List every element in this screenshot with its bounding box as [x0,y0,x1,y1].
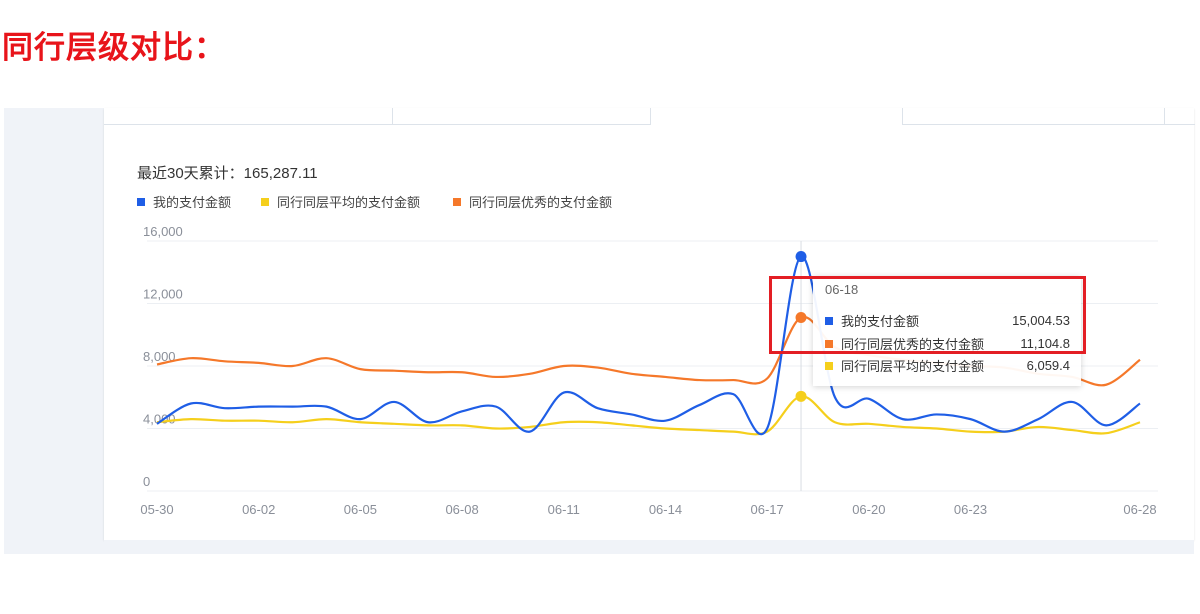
y-tick-label: 0 [143,474,150,489]
x-tick-label: 05-30 [140,502,173,517]
x-tick-label: 06-20 [852,502,885,517]
highlight-box [769,276,1086,354]
tooltip-swatch [825,361,833,370]
x-tick-label: 06-02 [242,502,275,517]
x-tick-label: 06-17 [751,502,784,517]
tooltip-row-avg: 同行同层平均的支付金额 6,059.4 [825,356,1070,375]
y-tick-label: 16,000 [143,224,183,239]
x-tick-label: 06-11 [548,502,580,517]
x-tick-label: 06-28 [1123,502,1156,517]
x-tick-label: 06-08 [445,502,478,517]
x-tick-label: 06-14 [649,502,682,517]
tooltip-label: 同行同层平均的支付金额 [841,359,985,374]
data-point-highlight [795,390,807,402]
y-tick-label: 12,000 [143,287,183,302]
tooltip-value: 6,059.4 [1026,358,1070,373]
x-tick-label: 06-23 [954,502,987,517]
x-tick-label: 06-05 [344,502,377,517]
data-point-highlight [795,251,807,263]
